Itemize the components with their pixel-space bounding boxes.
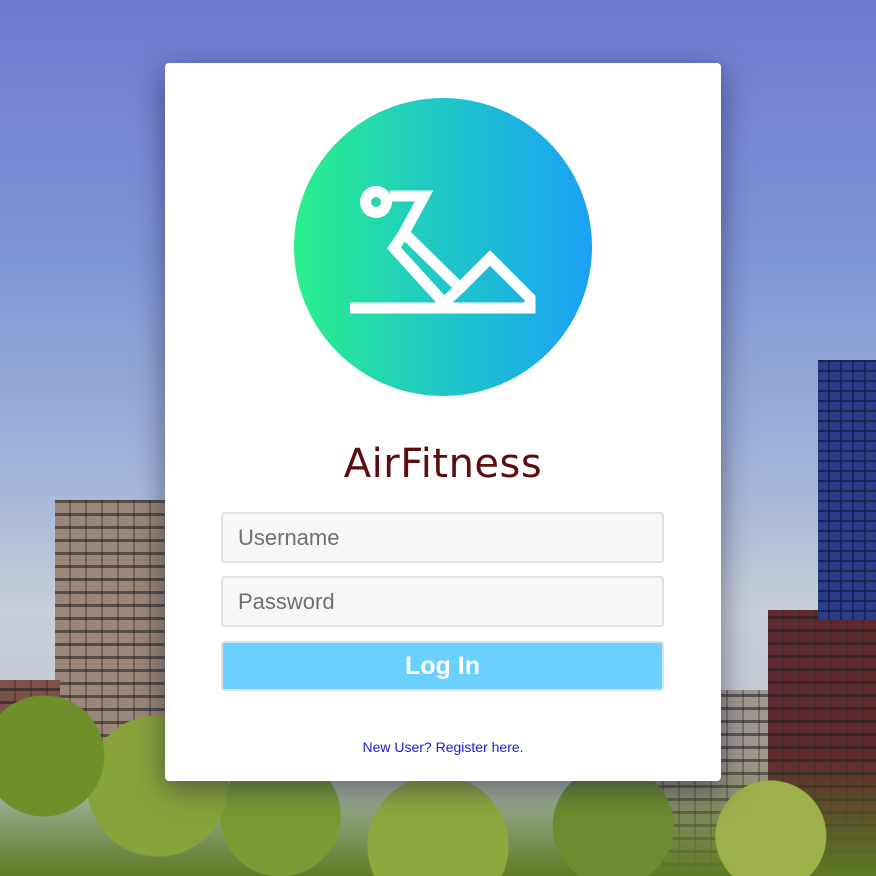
register-link[interactable]: New User? Register here. <box>165 739 721 755</box>
background-building <box>818 360 876 620</box>
password-input[interactable] <box>221 576 664 627</box>
app-logo <box>294 98 592 396</box>
login-button[interactable]: Log In <box>221 641 664 691</box>
app-title: AirFitness <box>343 441 543 487</box>
login-card: AirFitness Log In New User? Register her… <box>165 63 721 781</box>
username-input[interactable] <box>221 512 664 563</box>
exercise-figure-icon <box>350 186 536 314</box>
